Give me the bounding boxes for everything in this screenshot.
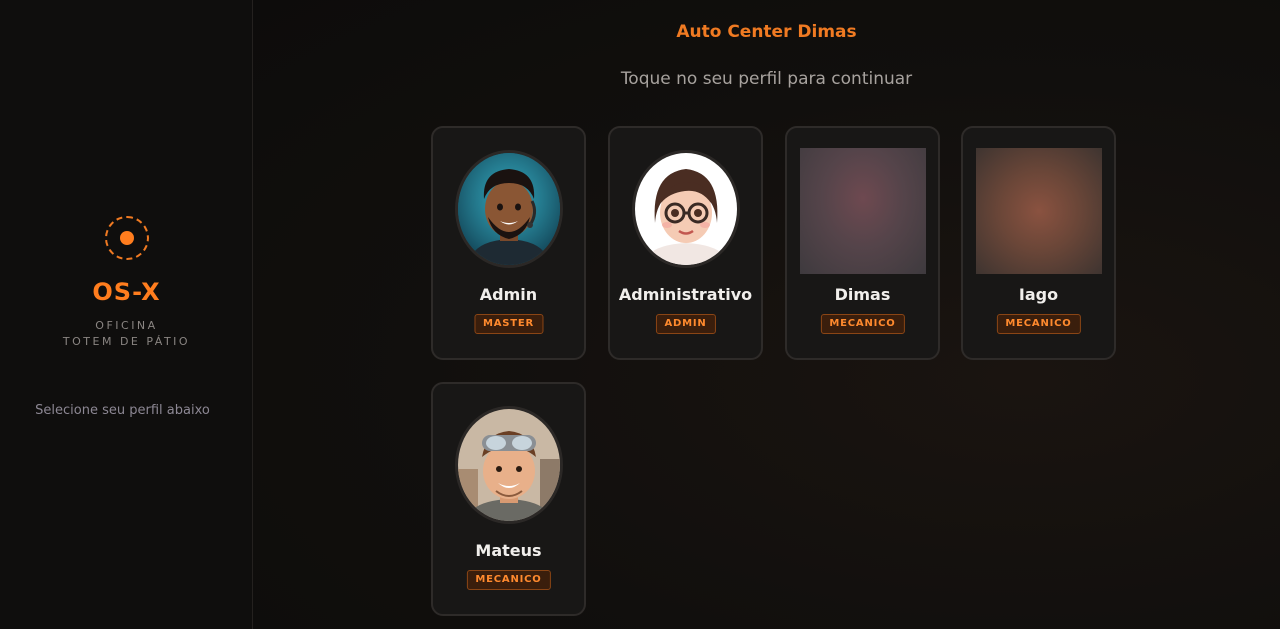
profile-name: Mateus (475, 541, 542, 560)
brand-subtitle-line1: OFICINA (95, 319, 158, 332)
cartoon-mechanic-goggles-avatar (455, 406, 563, 524)
blurred-photo-avatar (976, 148, 1102, 274)
app-root: OS-X OFICINA TOTEM DE PÁTIO Selecione se… (0, 0, 1280, 629)
brand-subtitle-line2: TOTEM DE PÁTIO (62, 335, 191, 348)
cartoon-woman-glasses-avatar (632, 150, 740, 268)
profile-card-iago[interactable]: Iago MECANICO (961, 126, 1116, 360)
profile-card-admin[interactable]: Admin MASTER (431, 126, 586, 360)
brand-name: OS-X (92, 278, 161, 306)
sidebar: OS-X OFICINA TOTEM DE PÁTIO Selecione se… (0, 0, 253, 629)
main-panel: Auto Center Dimas Toque no seu perfil pa… (253, 0, 1280, 629)
role-badge: ADMIN (655, 314, 716, 334)
role-badge: MECANICO (466, 570, 551, 590)
logo-dot (119, 231, 134, 245)
profile-name: Administrativo (618, 285, 753, 304)
profile-name: Admin (479, 285, 538, 304)
blurred-photo-avatar (800, 148, 926, 274)
logo-icon (104, 216, 149, 260)
brand-subtitle: OFICINA TOTEM DE PÁTIO (0, 318, 253, 350)
profile-name: Iago (1018, 285, 1059, 304)
role-badge: MECANICO (820, 314, 905, 334)
brand-block: OS-X OFICINA TOTEM DE PÁTIO (0, 216, 253, 350)
role-badge: MECANICO (996, 314, 1081, 334)
profile-name: Dimas (834, 285, 891, 304)
page-subtitle: Toque no seu perfil para continuar (620, 69, 913, 89)
role-badge: MASTER (473, 314, 544, 334)
profile-card-mateus[interactable]: Mateus MECANICO (431, 382, 586, 616)
sidebar-hint: Selecione seu perfil abaixo (35, 403, 210, 418)
profile-card-dimas[interactable]: Dimas MECANICO (785, 126, 940, 360)
cartoon-man-headset-avatar (455, 150, 563, 268)
shop-title: Auto Center Dimas (676, 22, 857, 42)
profile-card-administrativo[interactable]: Administrativo ADMIN (608, 126, 763, 360)
